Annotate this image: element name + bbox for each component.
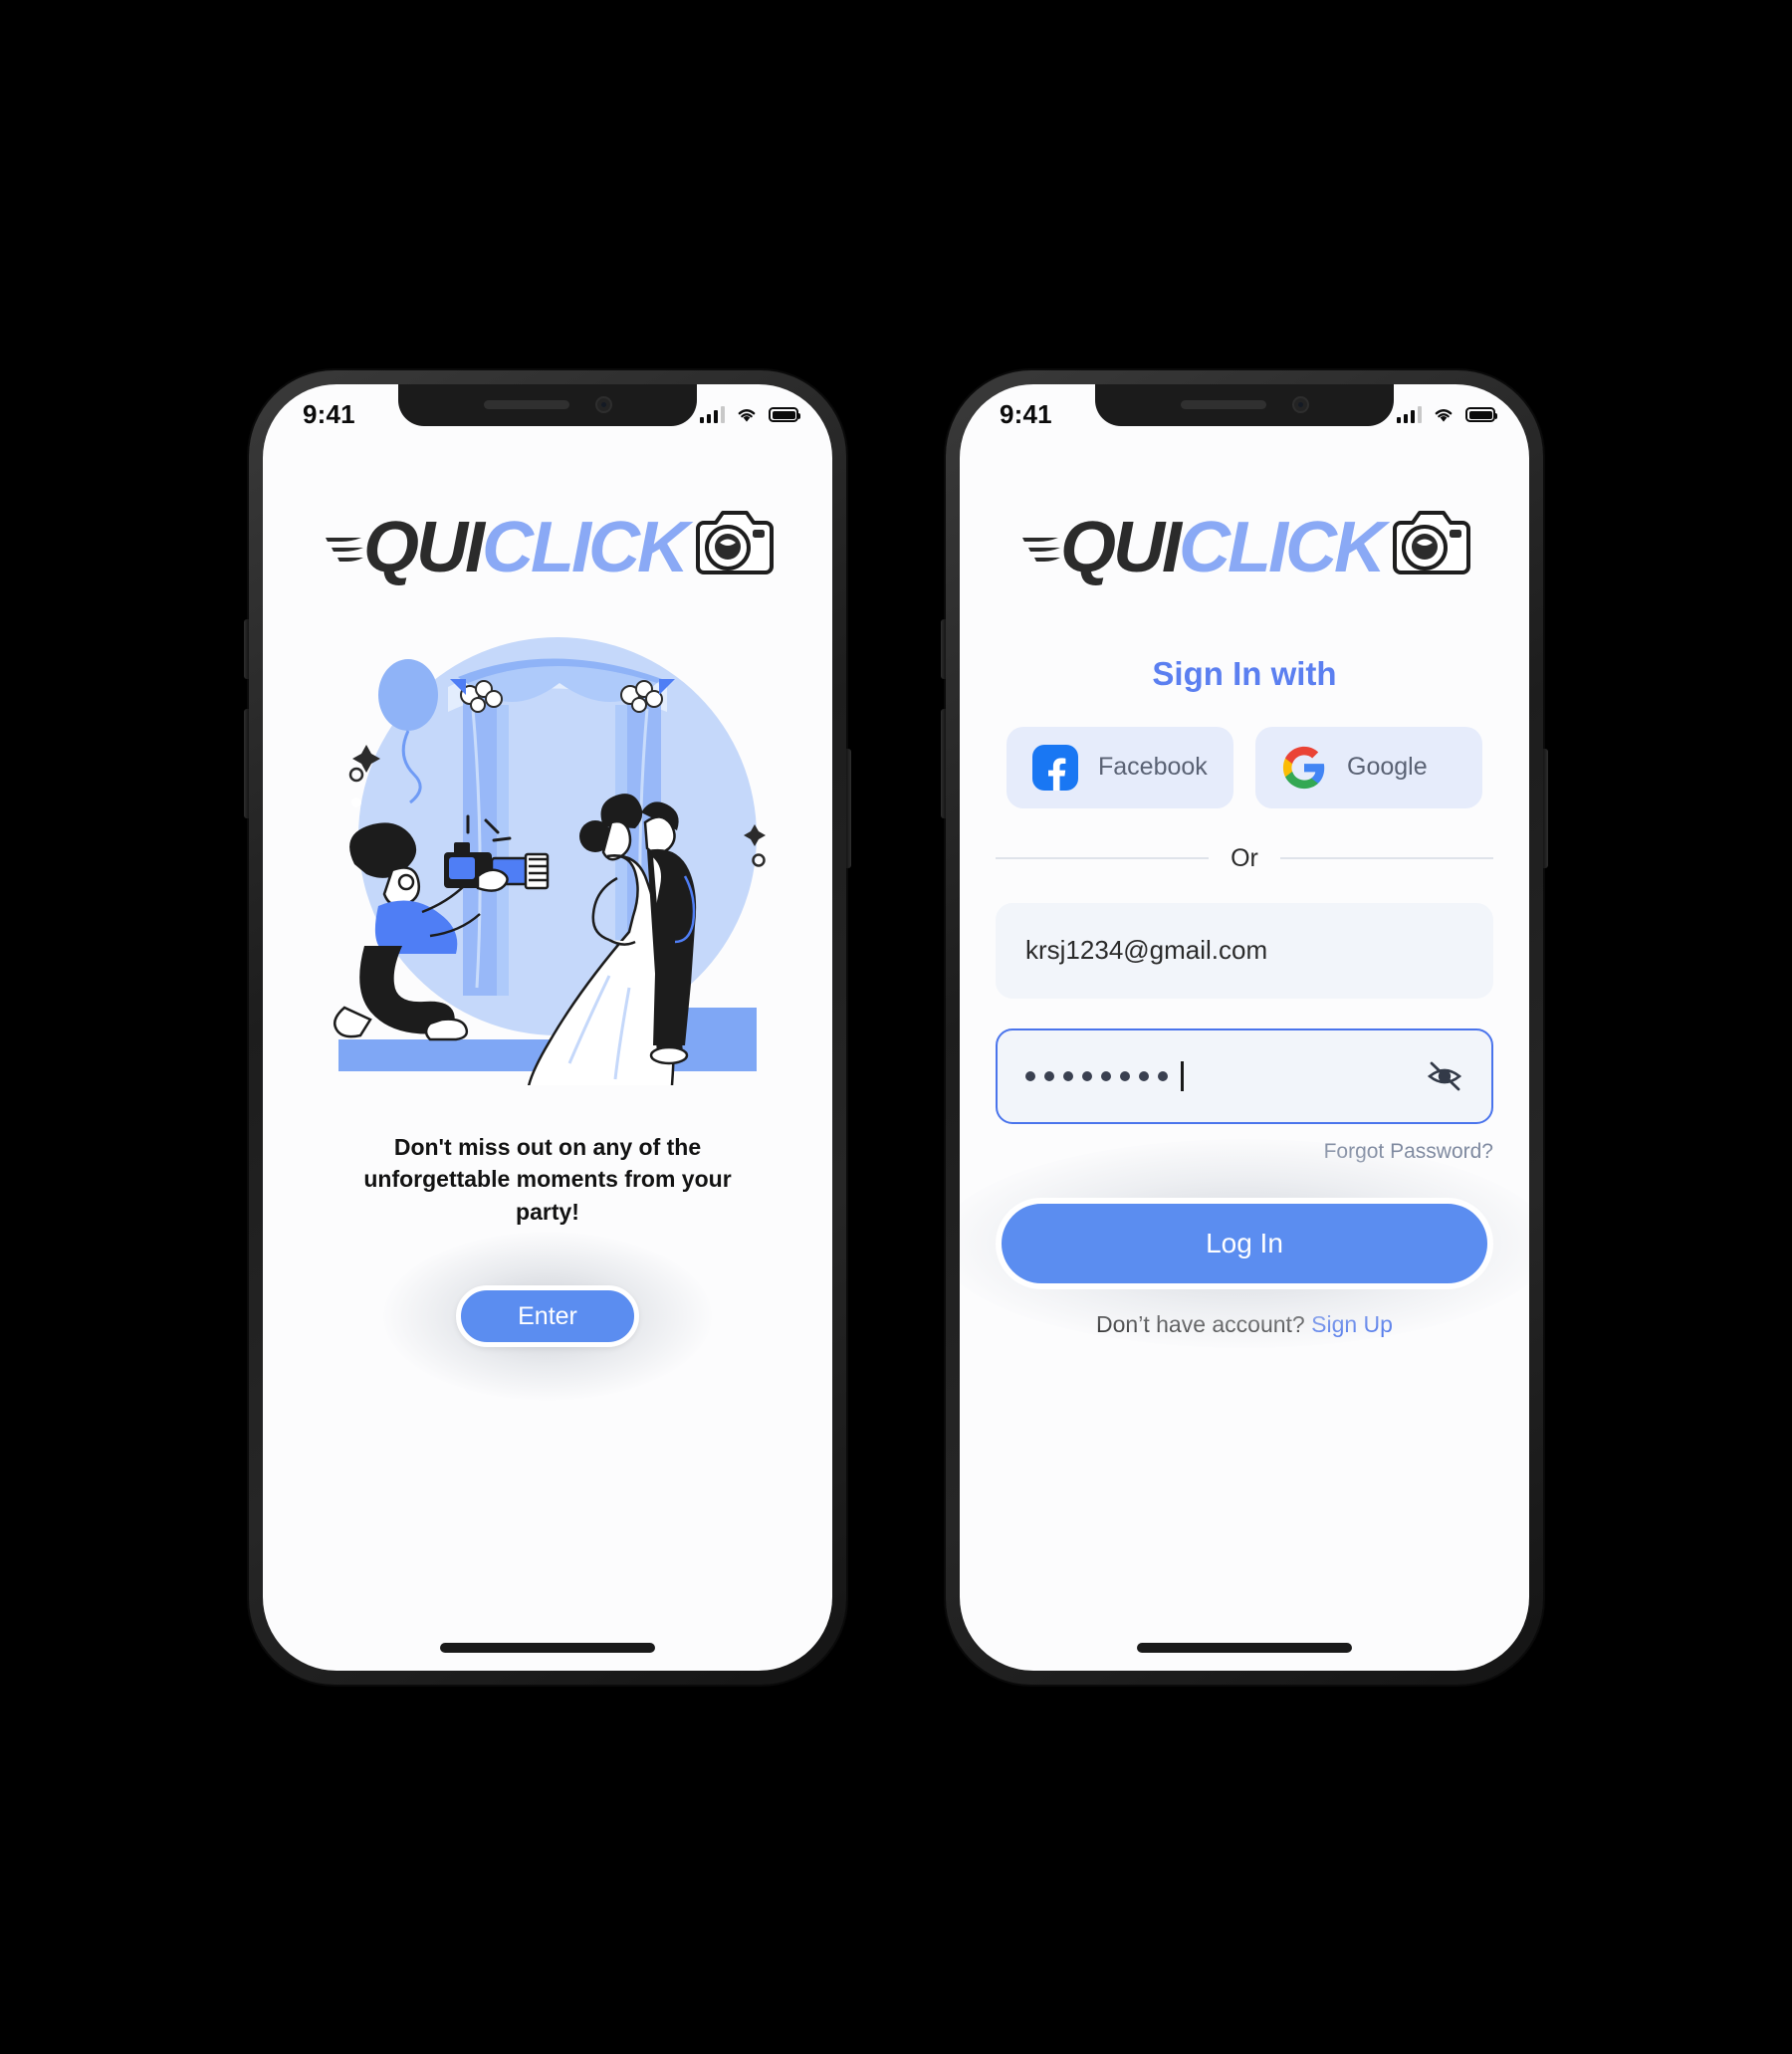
divider-line-left <box>996 857 1210 859</box>
power-button[interactable] <box>846 748 851 868</box>
login-button[interactable]: Log In <box>996 1197 1493 1289</box>
splash-tagline: Don't miss out on any of the unforgettab… <box>363 1133 732 1225</box>
home-indicator[interactable] <box>440 1642 655 1653</box>
logo-wordmark: QUICLICK <box>1060 512 1386 583</box>
signin-screen: 9:41 QUICLICK Sign In with Facebook Goog… <box>960 383 1529 1671</box>
facebook-login-button[interactable]: Facebook <box>1007 726 1233 808</box>
logo-wordmark: QUICLICK <box>363 512 689 583</box>
camera-icon <box>1393 510 1470 574</box>
enter-button[interactable]: Enter <box>456 1285 639 1348</box>
screenshot-stage: 9:41 QUICLICK Don't miss out on any of t… <box>0 0 1792 2054</box>
splash-content: QUICLICK Don't miss out on any of the un… <box>263 384 832 1671</box>
splash-screen: 9:41 QUICLICK Don't miss out on any of t… <box>263 383 832 1671</box>
battery-icon <box>769 407 800 422</box>
password-visibility-toggle[interactable] <box>1426 1059 1463 1093</box>
forgot-password-link[interactable]: Forgot Password? <box>996 1140 1493 1164</box>
app-logo: QUICLICK <box>1018 510 1470 583</box>
status-time: 9:41 <box>303 399 355 429</box>
battery-icon <box>1465 407 1497 422</box>
phone-splash: 9:41 QUICLICK Don't miss out on any of t… <box>244 369 851 1685</box>
google-login-button[interactable]: Google <box>1255 726 1482 808</box>
signup-row: Don’t have account? Sign Up <box>1096 1311 1393 1338</box>
email-value: krsj1234@gmail.com <box>1025 935 1268 965</box>
logo-qui-text: QUI <box>1060 507 1182 587</box>
enter-button-area: Enter <box>383 1232 712 1402</box>
status-time: 9:41 <box>1000 399 1052 429</box>
or-divider: Or <box>996 844 1493 873</box>
facebook-label: Facebook <box>1098 753 1208 781</box>
wifi-icon <box>1435 409 1453 422</box>
email-field[interactable]: krsj1234@gmail.com <box>996 902 1493 999</box>
facebook-icon <box>1032 744 1078 791</box>
divider-label: Or <box>1231 843 1258 872</box>
camera-icon <box>696 510 774 574</box>
front-camera-icon <box>594 396 612 413</box>
google-icon <box>1281 745 1327 791</box>
google-label: Google <box>1347 753 1428 781</box>
speaker-slot-icon <box>1180 400 1266 409</box>
speaker-slot-icon <box>483 400 569 409</box>
power-button[interactable] <box>1543 748 1548 868</box>
signin-heading: Sign In with <box>1152 654 1337 692</box>
signal-bars-icon <box>1396 406 1422 423</box>
eye-off-icon <box>1427 1061 1462 1090</box>
logo-click-text: CLICK <box>1179 507 1386 587</box>
logo-qui-text: QUI <box>363 507 485 587</box>
logo-click-text: CLICK <box>482 507 689 587</box>
text-cursor <box>1181 1060 1184 1091</box>
password-field[interactable] <box>996 1027 1493 1124</box>
notch <box>1095 383 1394 426</box>
signup-link[interactable]: Sign Up <box>1311 1311 1393 1337</box>
password-value <box>1025 1030 1426 1122</box>
login-button-area: Log In <box>960 1138 1529 1348</box>
wedding-photographer-illustration <box>334 636 766 1085</box>
home-indicator[interactable] <box>1137 1642 1352 1653</box>
phone-signin: 9:41 QUICLICK Sign In with Facebook Goog… <box>941 369 1548 1685</box>
app-logo: QUICLICK <box>322 510 774 583</box>
signin-content: QUICLICK Sign In with Facebook Google Or… <box>960 384 1529 1671</box>
status-icons <box>1396 406 1497 423</box>
front-camera-icon <box>1291 396 1309 413</box>
signal-bars-icon <box>699 406 725 423</box>
social-login-row: Facebook Google <box>1007 726 1482 808</box>
wifi-icon <box>738 409 756 422</box>
divider-line-right <box>1279 857 1493 859</box>
status-icons <box>699 406 800 423</box>
notch <box>398 383 697 426</box>
signup-prompt: Don’t have account? <box>1096 1310 1305 1337</box>
